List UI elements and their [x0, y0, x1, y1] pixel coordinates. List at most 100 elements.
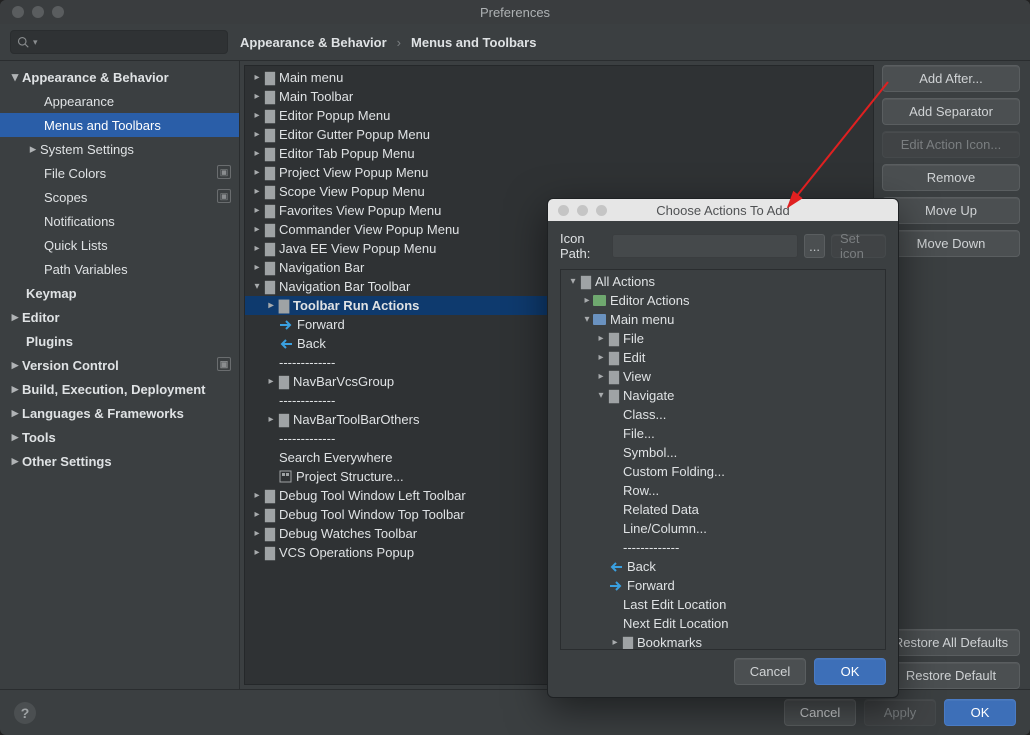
- sidebar-editor[interactable]: ▸Editor: [0, 305, 239, 329]
- dialog-cancel-button[interactable]: Cancel: [734, 658, 806, 685]
- tree-row[interactable]: ▸▇Project View Popup Menu: [245, 163, 873, 182]
- search-row: ▾ Appearance & Behavior › Menus and Tool…: [0, 24, 1030, 61]
- tree-row[interactable]: Next Edit Location: [561, 614, 885, 633]
- tree-row[interactable]: Forward: [561, 576, 885, 595]
- folder-icon: ▇: [609, 388, 619, 404]
- tree-row[interactable]: ▾▇All Actions: [561, 272, 885, 291]
- side-buttons: Add After... Add Separator Edit Action I…: [882, 61, 1030, 689]
- folder-icon: ▇: [265, 184, 275, 200]
- move-down-button[interactable]: Move Down: [882, 230, 1020, 257]
- add-after-button[interactable]: Add After...: [882, 65, 1020, 92]
- tree-row[interactable]: Related Data: [561, 500, 885, 519]
- dialog-footer: Cancel OK: [548, 658, 898, 697]
- back-arrow-icon: [609, 561, 623, 573]
- folder-icon: ▇: [265, 222, 275, 238]
- apply-button[interactable]: Apply: [864, 699, 936, 726]
- breadcrumb: Appearance & Behavior › Menus and Toolba…: [228, 35, 536, 50]
- sidebar-other[interactable]: ▸Other Settings: [0, 449, 239, 473]
- tree-row[interactable]: ▸▇File: [561, 329, 885, 348]
- tree-row[interactable]: Back: [561, 557, 885, 576]
- sidebar-languages[interactable]: ▸Languages & Frameworks: [0, 401, 239, 425]
- sidebar-version-control[interactable]: ▸Version Control▣: [0, 353, 239, 377]
- sidebar-scopes[interactable]: Scopes▣: [0, 185, 239, 209]
- folder-icon: ▇: [609, 369, 619, 385]
- tree-row[interactable]: ▸Editor Actions: [561, 291, 885, 310]
- actions-tree[interactable]: ▾▇All Actions ▸Editor Actions ▾Main menu…: [560, 269, 886, 650]
- folder-icon: ▇: [265, 203, 275, 219]
- tree-row[interactable]: Row...: [561, 481, 885, 500]
- ok-button[interactable]: OK: [944, 699, 1016, 726]
- back-arrow-icon: [279, 338, 293, 350]
- icon-path-input[interactable]: [612, 234, 798, 258]
- tree-row[interactable]: ▸▇Edit: [561, 348, 885, 367]
- sidebar-appearance[interactable]: Appearance: [0, 89, 239, 113]
- folder-icon: ▇: [265, 146, 275, 162]
- tree-row[interactable]: Symbol...: [561, 443, 885, 462]
- folder-icon: ▇: [609, 331, 619, 347]
- chevron-right-icon: ›: [397, 35, 401, 50]
- tree-row[interactable]: Custom Folding...: [561, 462, 885, 481]
- folder-icon: ▇: [265, 545, 275, 561]
- sidebar-tools[interactable]: ▸Tools: [0, 425, 239, 449]
- tree-row[interactable]: ▸▇Editor Popup Menu: [245, 106, 873, 125]
- folder-icon: ▇: [581, 274, 591, 290]
- dropdown-caret-icon[interactable]: ▾: [33, 37, 38, 48]
- tree-row[interactable]: ▸▇Editor Tab Popup Menu: [245, 144, 873, 163]
- tree-row[interactable]: ▸▇Main Toolbar: [245, 87, 873, 106]
- tree-row[interactable]: Line/Column...: [561, 519, 885, 538]
- cancel-button[interactable]: Cancel: [784, 699, 856, 726]
- browse-button[interactable]: ...: [804, 234, 825, 258]
- folder-icon: ▇: [265, 241, 275, 257]
- sidebar-plugins[interactable]: Plugins: [0, 329, 239, 353]
- move-up-button[interactable]: Move Up: [882, 197, 1020, 224]
- search-input[interactable]: ▾: [10, 30, 228, 54]
- sidebar-quick-lists[interactable]: Quick Lists: [0, 233, 239, 257]
- dialog-ok-button[interactable]: OK: [814, 658, 886, 685]
- project-scope-icon: ▣: [217, 357, 231, 371]
- sidebar-build[interactable]: ▸Build, Execution, Deployment: [0, 377, 239, 401]
- folder-icon: ▇: [279, 298, 289, 314]
- project-scope-icon: ▣: [217, 165, 231, 179]
- set-icon-button[interactable]: Set icon: [831, 234, 886, 258]
- sidebar-notifications[interactable]: Notifications: [0, 209, 239, 233]
- sidebar-system-settings[interactable]: ▸System Settings: [0, 137, 239, 161]
- folder-icon: ▇: [265, 108, 275, 124]
- folder-icon: ▇: [265, 488, 275, 504]
- folder-icon: ▇: [265, 260, 275, 276]
- remove-button[interactable]: Remove: [882, 164, 1020, 191]
- sidebar-menus-toolbars[interactable]: Menus and Toolbars: [0, 113, 239, 137]
- edit-action-icon-button[interactable]: Edit Action Icon...: [882, 131, 1020, 158]
- tree-row[interactable]: Class...: [561, 405, 885, 424]
- breadcrumb-root[interactable]: Appearance & Behavior: [240, 35, 387, 50]
- folder-icon: ▇: [265, 507, 275, 523]
- tree-row[interactable]: ▸▇Editor Gutter Popup Menu: [245, 125, 873, 144]
- tree-row[interactable]: ▾Main menu: [561, 310, 885, 329]
- folder-icon: ▇: [265, 70, 275, 86]
- tree-row[interactable]: File...: [561, 424, 885, 443]
- icon-path-label: Icon Path:: [560, 231, 606, 261]
- tree-row[interactable]: Last Edit Location: [561, 595, 885, 614]
- folder-icon: ▇: [279, 374, 289, 390]
- folder-icon: ▇: [265, 279, 275, 295]
- dialog-titlebar: Choose Actions To Add: [548, 199, 898, 221]
- sidebar-file-colors[interactable]: File Colors▣: [0, 161, 239, 185]
- restore-all-defaults-button[interactable]: Restore All Defaults: [882, 629, 1020, 656]
- forward-arrow-icon: [279, 319, 293, 331]
- tree-row[interactable]: ▾▇Navigate: [561, 386, 885, 405]
- folder-icon: ▇: [279, 412, 289, 428]
- restore-default-button[interactable]: Restore Default: [882, 662, 1020, 689]
- tree-row[interactable]: ▸▇Bookmarks: [561, 633, 885, 650]
- folder-icon: ▇: [265, 89, 275, 105]
- sidebar-appearance-behavior[interactable]: ▾Appearance & Behavior: [0, 65, 239, 89]
- dialog-title: Choose Actions To Add: [548, 203, 898, 218]
- tree-row[interactable]: ▸▇Main menu: [245, 68, 873, 87]
- tree-row[interactable]: ▸▇View: [561, 367, 885, 386]
- add-separator-button[interactable]: Add Separator: [882, 98, 1020, 125]
- search-icon: [17, 36, 29, 48]
- tree-separator[interactable]: -------------: [561, 538, 885, 557]
- help-button[interactable]: ?: [14, 702, 36, 724]
- forward-arrow-icon: [609, 580, 623, 592]
- sidebar-keymap[interactable]: Keymap: [0, 281, 239, 305]
- breadcrumb-current: Menus and Toolbars: [411, 35, 536, 50]
- sidebar-path-variables[interactable]: Path Variables: [0, 257, 239, 281]
